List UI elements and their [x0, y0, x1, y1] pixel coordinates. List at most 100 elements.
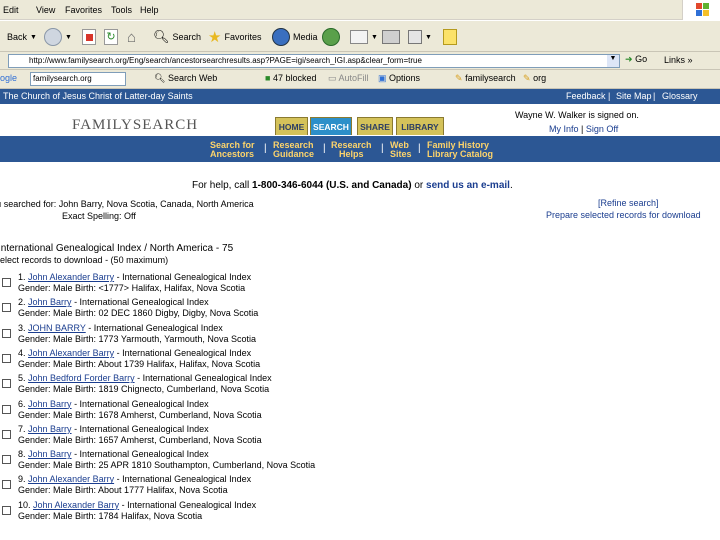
stop-icon	[82, 29, 96, 45]
home-button[interactable]: ⌂	[127, 27, 136, 47]
record-title-line: 2. John Barry - International Genealogic…	[18, 297, 209, 307]
record-checkbox[interactable]	[2, 278, 11, 287]
nav-research-guidance[interactable]: Research Guidance	[273, 141, 314, 159]
go-button[interactable]: ➜ Go	[625, 54, 647, 65]
nav-separator: |	[418, 143, 421, 154]
options-button[interactable]: ▣ Options	[378, 73, 420, 84]
search-web-button[interactable]: 🔍︎ Search Web	[154, 73, 217, 84]
help-line: For help, call 1-800-346-6044 (U.S. and …	[192, 180, 513, 191]
list-item: 6. John Barry - International Genealogic…	[0, 399, 720, 424]
my-info-link[interactable]: My Info	[549, 124, 579, 134]
nav-library-catalog[interactable]: Family History Library Catalog	[427, 141, 493, 159]
popup-blocker-button[interactable]: ■ 47 blocked	[265, 73, 317, 83]
menu-edit[interactable]: Edit	[3, 5, 19, 15]
go-label: Go	[635, 54, 648, 64]
highlight-button-1[interactable]: ✎ familysearch	[455, 73, 516, 84]
record-checkbox[interactable]	[2, 328, 11, 338]
links-button[interactable]: Links »	[664, 55, 693, 65]
edit-button[interactable]: ▼	[408, 27, 432, 47]
record-name-link[interactable]: JOHN BARRY	[28, 323, 86, 333]
list-item: 4. John Alexander Barry - International …	[0, 348, 720, 373]
tab-search[interactable]: SEARCH	[310, 117, 352, 135]
record-name-link[interactable]: John Barry	[28, 399, 72, 409]
help-phone: 1-800-346-6044 (U.S. and Canada)	[252, 180, 412, 191]
tab-library[interactable]: LIBRARY	[396, 117, 444, 135]
forward-arrow-icon	[44, 28, 62, 46]
record-name-link[interactable]: John Alexander Barry	[28, 474, 114, 484]
menu-view[interactable]: View	[36, 5, 55, 15]
record-name-link[interactable]: John Barry	[28, 297, 72, 307]
record-details: Gender: Male Birth: <1777> Halifax, Hali…	[18, 283, 246, 293]
favorites-button[interactable]: ★ Favorites	[208, 27, 261, 47]
record-number: 2.	[18, 297, 26, 308]
record-details: Gender: Male Birth: About 1777 Halifax, …	[18, 485, 228, 496]
record-checkbox[interactable]	[2, 353, 11, 363]
nav-research-helps[interactable]: Research Helps	[331, 141, 372, 159]
record-checkbox[interactable]	[2, 404, 11, 414]
refine-search-link[interactable]: [Refine search]	[598, 198, 659, 208]
nav-search-ancestors[interactable]: Search for Ancestors	[210, 141, 255, 159]
record-checkbox[interactable]	[2, 455, 11, 465]
record-checkbox[interactable]	[2, 303, 11, 313]
tab-share[interactable]: SHARE	[357, 117, 393, 135]
record-name-link[interactable]: John Bedford Forder Barry	[28, 373, 135, 383]
search-button[interactable]: 🔍︎ Search	[153, 27, 201, 47]
back-label: Back	[7, 32, 28, 42]
record-name-link[interactable]: John Alexander Barry	[28, 272, 114, 282]
feedback-link[interactable]: Feedback	[566, 91, 606, 101]
record-number: 10.	[18, 499, 31, 510]
nav-web-sites[interactable]: Web Sites	[390, 141, 412, 159]
record-checkbox[interactable]	[2, 429, 11, 439]
record-title-line: 6. John Barry - International Genealogic…	[18, 399, 209, 409]
record-title-line: 4. John Alexander Barry - International …	[18, 348, 251, 358]
sign-off-link[interactable]: Sign Off	[586, 124, 618, 134]
highlight-button-2[interactable]: ✎ org	[523, 73, 546, 84]
tab-home[interactable]: HOME	[275, 117, 308, 135]
record-name-link[interactable]: John Barry	[28, 424, 72, 434]
record-name-link[interactable]: John Barry	[28, 449, 72, 459]
menu-favorites[interactable]: Favorites	[65, 5, 102, 15]
record-number: 9.	[18, 474, 26, 485]
blocked-label: 47 blocked	[272, 73, 317, 83]
links-label: Links	[664, 55, 686, 65]
record-checkbox[interactable]	[2, 480, 11, 490]
media-button[interactable]: Media	[272, 27, 318, 47]
forward-button[interactable]: ▼	[44, 27, 72, 47]
home-icon: ⌂	[127, 28, 137, 46]
chevron-down-icon: ▼	[425, 33, 432, 41]
mail-icon	[350, 30, 368, 44]
glossary-link[interactable]: Glossary	[662, 91, 698, 101]
prepare-download-link[interactable]: Prepare selected records for download	[546, 210, 701, 220]
site-map-link[interactable]: Site Map	[616, 91, 652, 101]
exact-spelling-text: Exact Spelling: Off	[62, 211, 136, 221]
mail-button[interactable]: ▼	[350, 27, 378, 47]
menu-tools[interactable]: Tools	[111, 5, 132, 15]
familysearch-logo[interactable]: FAMILYSEARCH	[72, 117, 198, 134]
record-checkbox[interactable]	[2, 379, 11, 389]
address-input[interactable]: http://www.familysearch.org/Eng/search/a…	[8, 54, 620, 68]
back-button[interactable]: Back ▼	[0, 27, 37, 47]
history-button[interactable]	[322, 27, 340, 47]
send-email-link[interactable]: send us an e-mail	[426, 180, 510, 191]
record-source: - International Genealogical Index	[85, 322, 223, 333]
menu-help[interactable]: Help	[140, 5, 159, 15]
record-checkbox[interactable]	[2, 505, 11, 515]
messenger-button[interactable]	[443, 27, 457, 47]
record-name-link[interactable]: John Alexander Barry	[28, 348, 114, 358]
record-name-link[interactable]: John Alexander Barry	[33, 500, 119, 510]
print-button[interactable]	[382, 27, 400, 47]
google-search-input[interactable]: familysearch.org	[30, 72, 126, 86]
help-suffix: .	[509, 180, 513, 191]
refresh-button[interactable]: ↻	[104, 27, 118, 47]
searched-for-text: You searched for: John Barry, Nova Scoti…	[0, 199, 254, 209]
search-icon: 🔍︎	[154, 73, 166, 83]
star-icon: ★	[208, 29, 222, 46]
record-details: Gender: Male Birth: 1819 Chignecto, Cumb…	[18, 384, 270, 395]
nav-label: Sites	[390, 149, 412, 159]
media-icon	[272, 28, 290, 46]
chevron-down-icon[interactable]: ▼	[607, 55, 619, 67]
pencil-icon: ✎	[523, 73, 531, 83]
highlight-label-2: org	[533, 73, 547, 83]
autofill-button[interactable]: ▭ AutoFill	[328, 73, 369, 84]
stop-button[interactable]	[82, 27, 96, 47]
